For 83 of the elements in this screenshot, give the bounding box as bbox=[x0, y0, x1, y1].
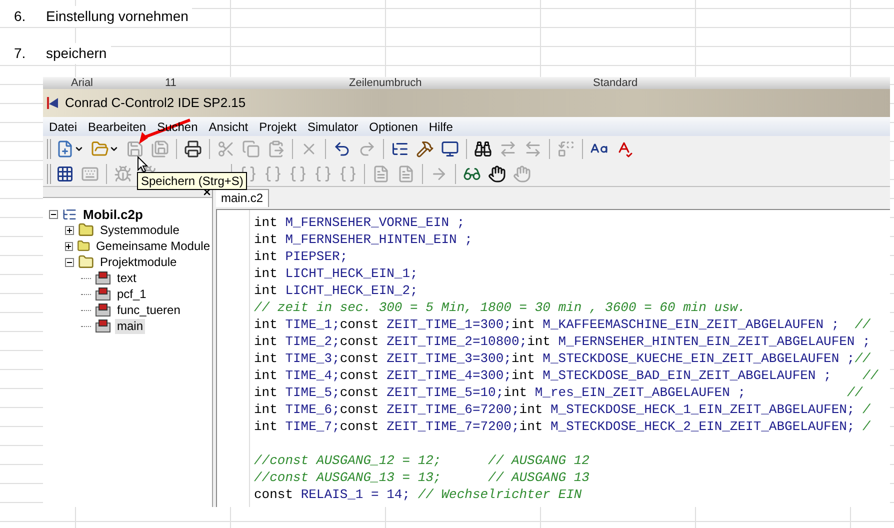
menu-item[interactable]: Hilfe bbox=[424, 118, 457, 136]
tree-item[interactable]: Projektmodule bbox=[98, 254, 179, 270]
tree-item[interactable]: func_tueren bbox=[115, 302, 182, 318]
module-icon bbox=[95, 303, 111, 317]
font-name: Arial bbox=[71, 78, 94, 88]
braces-icon bbox=[339, 164, 357, 182]
code-line: int TIME_4;const ZEIT_TIME_4=300;int M_STECKDOSE_BAD_EIN_ZEIT_ABGELAUFEN ; // bbox=[254, 367, 878, 384]
document-icon bbox=[372, 164, 390, 182]
document-icon bbox=[397, 164, 415, 182]
window-title: Conrad C-Control2 IDE SP2.15 bbox=[65, 94, 246, 112]
app-icon bbox=[46, 96, 60, 110]
folder-icon bbox=[76, 238, 90, 254]
wrap-text-label: Zeilenumbruch bbox=[349, 78, 423, 88]
collapse-toggle[interactable] bbox=[65, 258, 74, 266]
code-line: int TIME_6;const ZEIT_TIME_6=7200;int M_STECKDOSE_HECK_1_EIN_ZEIT_ABGELAUFEN; / bbox=[254, 401, 870, 418]
copy-icon bbox=[242, 140, 260, 158]
mouse-cursor-icon bbox=[137, 156, 148, 173]
code-line: int TIME_1;const ZEIT_TIME_1=300;int M_KAFFEEMASCHINE_EIN_ZEIT_ABGELAUFEN ; // bbox=[254, 316, 870, 333]
save-all-icon bbox=[151, 140, 169, 158]
folder-icon bbox=[78, 254, 94, 270]
hand-icon bbox=[488, 164, 506, 182]
grid-icon bbox=[56, 164, 74, 182]
new-file-icon bbox=[56, 140, 74, 158]
menu-item[interactable]: Bearbeiten bbox=[84, 118, 150, 136]
code-line: int TIME_5;const ZEIT_TIME_5=10;int M_res_EIN_ZEIT_ABGELAUFEN ; // bbox=[254, 384, 863, 401]
module-icon bbox=[95, 271, 111, 285]
find-next-icon bbox=[499, 140, 517, 158]
braces-icon bbox=[264, 164, 282, 182]
tree-item[interactable]: Systemmodule bbox=[98, 222, 182, 238]
hand-icon bbox=[513, 164, 531, 182]
menu-item[interactable]: Ansicht bbox=[204, 118, 252, 136]
monitor-icon bbox=[441, 140, 459, 158]
redo-icon bbox=[358, 140, 376, 158]
keyboard-icon bbox=[81, 164, 99, 182]
braces-icon bbox=[314, 164, 332, 182]
code-line: int M_FERNSEHER_HINTEN_EIN ; bbox=[254, 231, 472, 248]
menu-item[interactable]: Optionen bbox=[365, 118, 422, 136]
step-text: speichern bbox=[46, 43, 111, 64]
tree-item[interactable]: Mobil.c2p bbox=[81, 206, 145, 222]
module-icon bbox=[95, 319, 111, 333]
number-format: Standard bbox=[593, 78, 638, 88]
code-line: // zeit in sec. 300 = 5 Min, 1800 = 30 min , 3600 = 60 min usw. bbox=[254, 299, 746, 316]
folder-icon bbox=[91, 140, 109, 158]
code-line: int TIME_7;const ZEIT_TIME_7=7200;int M_STECKDOSE_HECK_2_EIN_ZEIT_ABGELAUFEN; / bbox=[254, 418, 870, 435]
editor-tab[interactable]: main.c2 bbox=[216, 189, 270, 207]
code-line: int LICHT_HECK_EIN_2; bbox=[254, 282, 418, 299]
tooltip: Speichern (Strg+S) bbox=[137, 172, 248, 190]
paste-icon bbox=[267, 140, 285, 158]
font-size: 11 bbox=[165, 78, 178, 88]
collapse-toggle[interactable] bbox=[49, 210, 58, 218]
code-line: int M_FERNSEHER_VORNE_EIN ; bbox=[254, 214, 465, 231]
search-icon bbox=[474, 140, 492, 158]
tree-item[interactable]: Gemeinsame Module bbox=[94, 238, 212, 254]
save-icon bbox=[126, 140, 144, 158]
toolbar-grip bbox=[47, 138, 51, 158]
code-line: int PIEPSER; bbox=[254, 248, 348, 265]
menu-item[interactable]: Projekt bbox=[255, 118, 300, 136]
toolbar-grip bbox=[47, 164, 51, 184]
tree-item[interactable]: main bbox=[115, 318, 146, 334]
tree-item[interactable]: text bbox=[115, 270, 138, 286]
code-line: const RELAIS_1 = 14; // Wechselrichter EIN bbox=[254, 486, 582, 503]
folder-icon bbox=[78, 222, 94, 238]
menu-item[interactable]: Simulator bbox=[303, 118, 362, 136]
expand-toggle[interactable] bbox=[65, 226, 74, 234]
tree-item[interactable]: pcf_1 bbox=[115, 286, 148, 302]
project-icon bbox=[62, 206, 77, 222]
expand-toggle[interactable] bbox=[65, 242, 73, 250]
cut-icon bbox=[217, 140, 235, 158]
replace-icon bbox=[557, 140, 575, 158]
code-line: int TIME_3;const ZEIT_TIME_3=300;int M_STECKDOSE_KUECHE_EIN_ZEIT_ABGELAUFEN ;// bbox=[254, 350, 870, 367]
printer-icon bbox=[184, 140, 202, 158]
code-line: int TIME_2;const ZEIT_TIME_2=10800;int M_FERNSEHER_HINTEN_EIN_ZEIT_ABGELAUFEN ; bbox=[254, 333, 870, 350]
code-line: //const AUSGANG_12 = 12; // AUSGANG 12 bbox=[254, 452, 590, 469]
hammer-icon bbox=[416, 140, 434, 158]
bug-icon bbox=[114, 164, 132, 182]
braces-icon bbox=[289, 164, 307, 182]
code-line: //const AUSGANG_13 = 13; // AUSGANG 13 bbox=[254, 469, 590, 486]
step-text: Einstellung vornehmen bbox=[46, 6, 192, 27]
find-previous-icon bbox=[524, 140, 542, 158]
menu-item[interactable]: Datei bbox=[45, 118, 82, 136]
code-line: int LICHT_HECK_EIN_1; bbox=[254, 265, 418, 282]
undo-icon bbox=[333, 140, 351, 158]
module-icon bbox=[95, 287, 111, 301]
